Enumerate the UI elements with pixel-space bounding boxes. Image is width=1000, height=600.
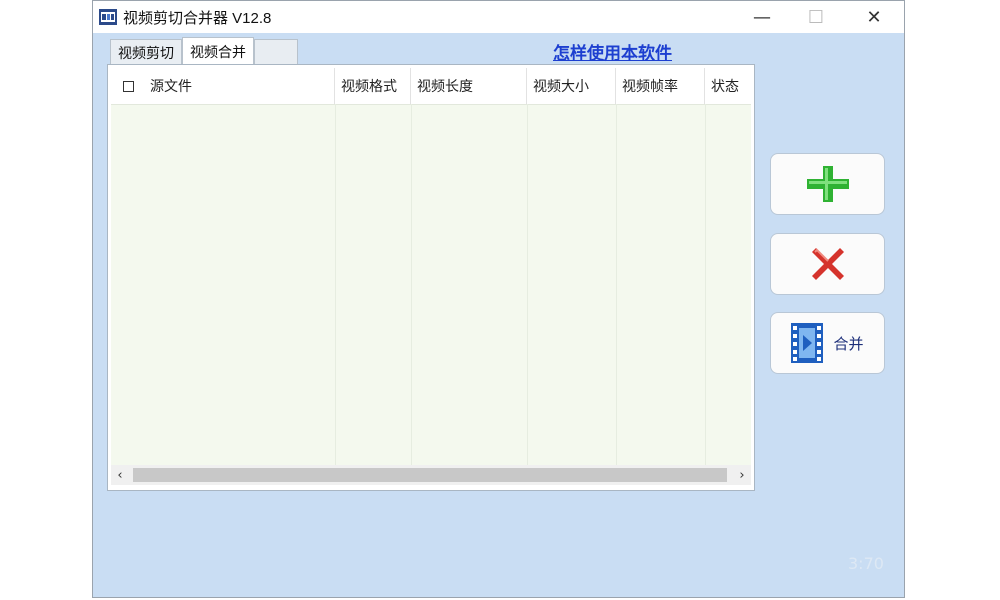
column-source-file[interactable]: 源文件 [111,68,335,104]
column-video-framerate[interactable]: 视频帧率 [616,68,705,104]
help-link[interactable]: 怎样使用本软件 [553,39,672,64]
minimize-button[interactable]: — [739,1,785,33]
window-title: 视频剪切合并器 V12.8 [123,10,272,27]
cross-icon [811,248,844,280]
tab-empty [254,39,298,65]
column-label: 源文件 [150,79,192,95]
app-window: 视频剪切合并器 V12.8 — ☐ ✕ 视频剪切 视频合并 怎样使用本软件 源文… [92,0,905,598]
file-table[interactable]: 源文件 视频格式 视频长度 视频大小 视频帧率 状态 [111,68,751,465]
scroll-thumb[interactable] [133,468,727,482]
merge-label: 合并 [833,334,864,353]
tab-strip: 视频剪切 视频合并 [110,37,298,65]
column-divider [527,104,528,465]
app-logo-icon [99,9,117,25]
column-status[interactable]: 状态 [705,68,751,104]
merge-button[interactable]: 合并 [770,312,885,374]
column-divider [705,104,706,465]
horizontal-scrollbar[interactable]: ‹ › [111,465,751,485]
table-header: 源文件 视频格式 视频长度 视频大小 视频帧率 状态 [111,68,751,105]
maximize-button[interactable]: ☐ [793,1,839,33]
remove-file-button[interactable] [770,233,885,295]
column-video-format[interactable]: 视频格式 [335,68,411,104]
close-button[interactable]: ✕ [851,1,897,33]
column-video-length[interactable]: 视频长度 [411,68,527,104]
column-divider [335,104,336,465]
column-video-size[interactable]: 视频大小 [527,68,616,104]
tab-video-cut[interactable]: 视频剪切 [110,39,182,65]
add-file-button[interactable] [770,153,885,215]
file-list-panel: 源文件 视频格式 视频长度 视频大小 视频帧率 状态 ‹ › [107,64,755,491]
scroll-left-icon[interactable]: ‹ [111,465,129,485]
column-divider [411,104,412,465]
scroll-right-icon[interactable]: › [733,465,751,485]
select-all-checkbox[interactable] [123,80,134,92]
tab-video-merge[interactable]: 视频合并 [182,37,254,65]
column-divider [616,104,617,465]
watermark-text: 3:70 [848,554,884,573]
plus-icon [806,166,849,202]
title-bar[interactable]: 视频剪切合并器 V12.8 — ☐ ✕ [93,1,904,33]
film-icon [791,323,824,363]
